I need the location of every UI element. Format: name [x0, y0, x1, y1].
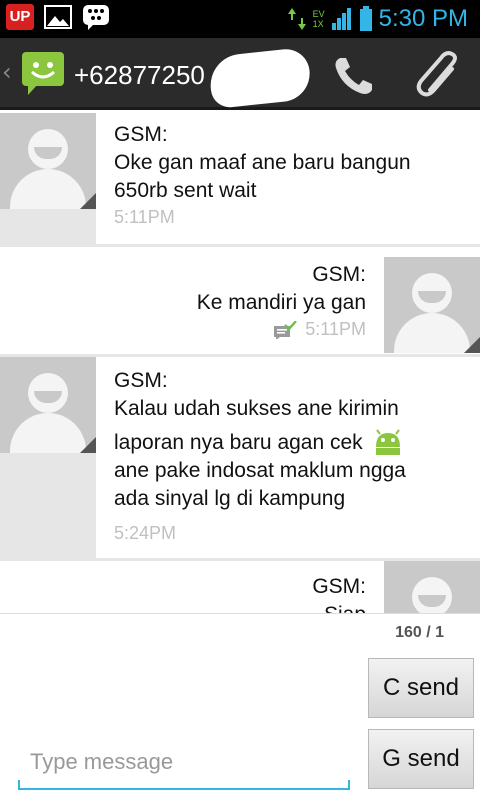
- message-item[interactable]: GSM: Ke mandiri ya gan 5:11PM: [0, 247, 480, 354]
- upload-notification-icon: UP: [6, 4, 34, 30]
- bbm-notification-icon: [83, 5, 109, 30]
- image-notification-icon: [44, 5, 72, 29]
- message-line-row: laporan nya baru agan cek: [114, 429, 464, 457]
- g-send-button[interactable]: G send: [368, 729, 474, 789]
- message-time: 5:11PM: [114, 207, 175, 227]
- contact-avatar[interactable]: [384, 561, 480, 613]
- message-text: GSM: Siap: [16, 573, 366, 613]
- message-text: GSM: Ke mandiri ya gan: [16, 261, 366, 317]
- input-underline-tick: [18, 780, 20, 790]
- battery-icon: [359, 6, 372, 31]
- contact-avatar[interactable]: [0, 113, 96, 209]
- message-sender: GSM:: [114, 123, 168, 146]
- back-chevron-icon[interactable]: ‹: [2, 58, 12, 86]
- network-type-top: EV: [312, 9, 325, 19]
- redaction-mark: [207, 46, 313, 110]
- message-line: ada sinyal lg di kampung: [114, 487, 346, 510]
- message-line: ane pake indosat maklum ngga: [114, 459, 406, 482]
- android-emoticon-icon: [375, 429, 400, 455]
- message-line: Kalau udah sukses ane kirimin: [114, 397, 399, 420]
- contact-number: +62877250: [74, 60, 205, 90]
- message-line: Siap: [16, 601, 366, 613]
- message-line: Oke gan maaf ane baru bangun: [114, 151, 411, 174]
- message-sender: GSM:: [312, 575, 366, 598]
- message-sender: GSM:: [312, 263, 366, 286]
- avatar-strip: [0, 209, 96, 244]
- messaging-app-icon[interactable]: [20, 50, 66, 96]
- network-type: EV 1X: [313, 9, 325, 29]
- message-time: 5:24PM: [114, 523, 177, 543]
- input-underline-tick: [348, 780, 350, 790]
- paperclip-icon[interactable]: [412, 50, 466, 100]
- phone-icon[interactable]: [328, 52, 378, 98]
- message-text: GSM: Kalau udah sukses ane kirimin lapor…: [114, 367, 464, 513]
- message-input[interactable]: [18, 736, 350, 790]
- message-item[interactable]: GSM: Kalau udah sukses ane kirimin lapor…: [0, 357, 480, 558]
- composer: 160 / 1 C send G send: [0, 613, 480, 800]
- contact-avatar[interactable]: [384, 257, 480, 353]
- message-line: 650rb sent wait: [114, 179, 257, 202]
- status-clock: 5:30 PM: [378, 5, 468, 32]
- message-sender: GSM:: [114, 369, 168, 392]
- network-type-bottom: 1X: [312, 19, 324, 29]
- message-line: laporan nya baru agan cek: [114, 431, 363, 454]
- data-transfer-icon: [287, 8, 306, 30]
- contact-avatar[interactable]: [0, 357, 96, 453]
- avatar-strip: [0, 453, 96, 558]
- conversation-header: ‹ +62877250: [0, 38, 480, 110]
- message-line: Ke mandiri ya gan: [196, 291, 366, 314]
- status-bar: UP EV 1X 5:30 PM: [0, 0, 480, 38]
- message-time: 5:11PM: [305, 319, 366, 339]
- message-status-row: 5:11PM: [273, 319, 366, 340]
- message-thread[interactable]: GSM: Oke gan maaf ane baru bangun 650rb …: [0, 113, 480, 613]
- c-send-button[interactable]: C send: [368, 658, 474, 718]
- message-text: GSM: Oke gan maaf ane baru bangun 650rb …: [114, 121, 464, 205]
- message-item[interactable]: GSM: Oke gan maaf ane baru bangun 650rb …: [0, 113, 480, 244]
- character-counter: 160 / 1: [395, 624, 444, 641]
- message-item[interactable]: GSM: Siap: [0, 561, 480, 613]
- signal-strength-icon: [331, 8, 351, 30]
- delivered-check-icon: [274, 320, 298, 339]
